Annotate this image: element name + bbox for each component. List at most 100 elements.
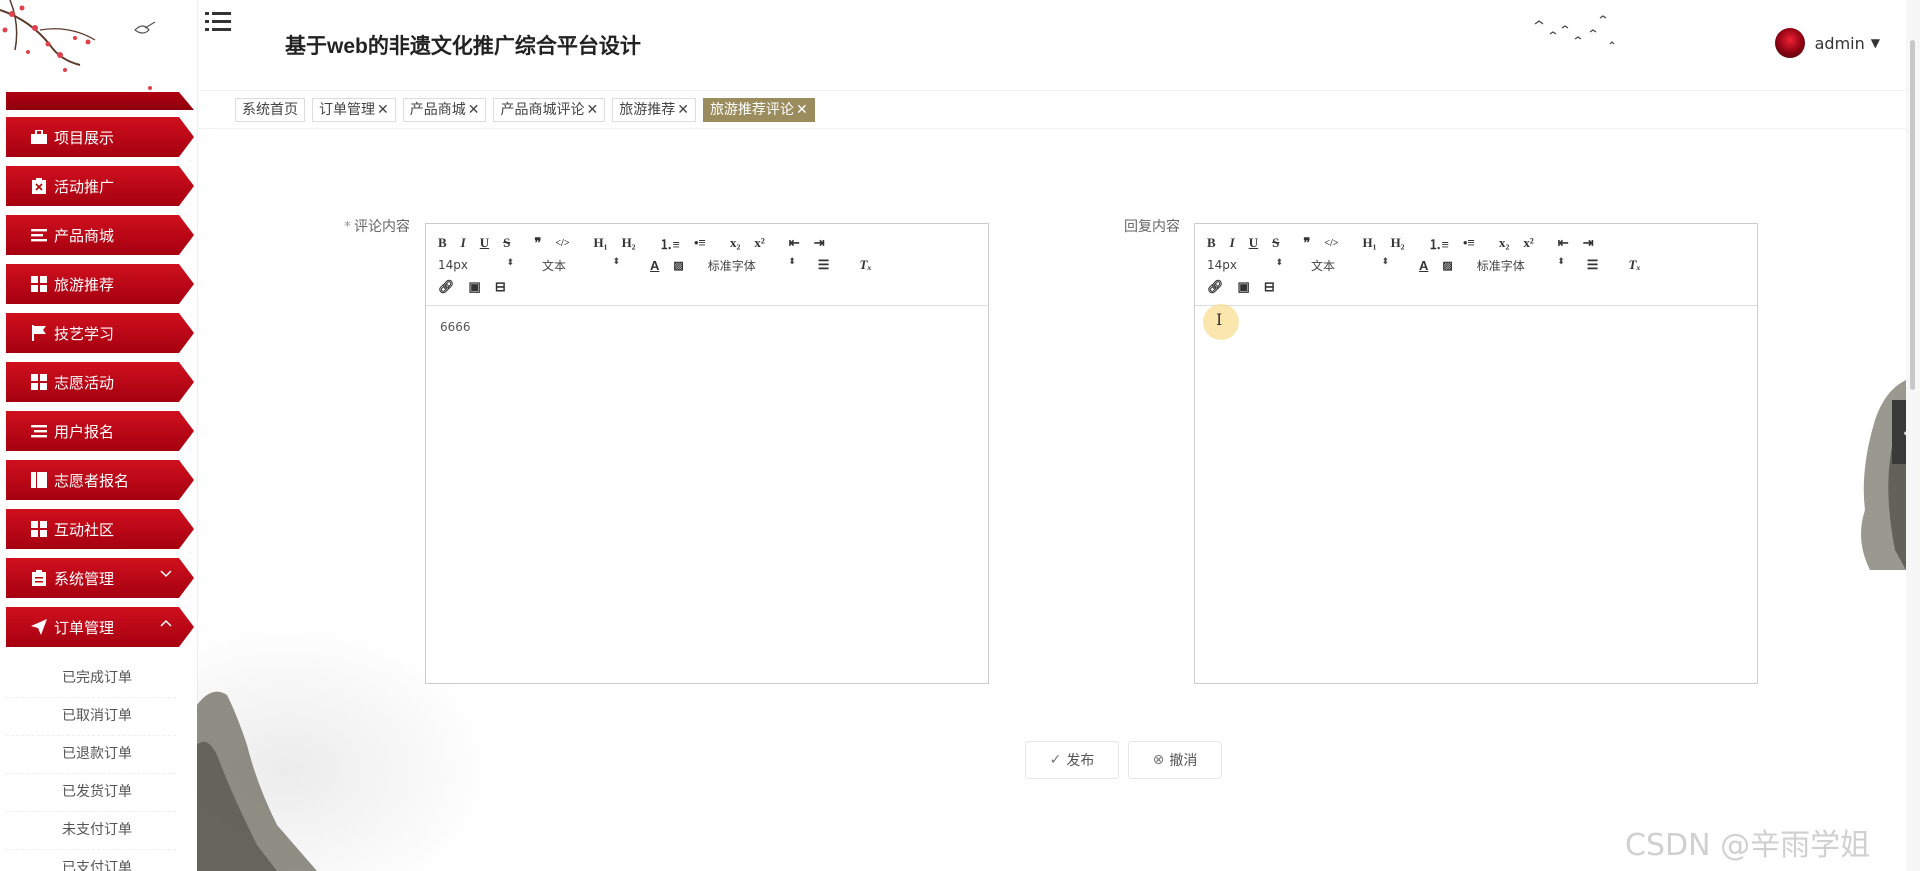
block-type-select[interactable]: 文本 ⬍ [542, 257, 620, 274]
menu-toggle-icon[interactable] [205, 10, 231, 34]
underline-button[interactable]: U [480, 235, 489, 251]
italic-button[interactable]: I [1230, 235, 1235, 251]
sidebar-item-volunteer-signup[interactable]: 志愿者报名 [6, 460, 194, 500]
sidebar-item-project-display[interactable]: 项目展示 [6, 117, 194, 157]
ordered-list-button[interactable]: ⒈≡ [660, 234, 680, 253]
code-button[interactable]: </> [555, 238, 569, 249]
cancel-button[interactable]: ⊗ 撤消 [1128, 741, 1222, 779]
top-header: 基于web的非遗文化推广综合平台设计 admin ▼ [197, 0, 1920, 91]
clear-format-button[interactable]: Tₓ [1628, 257, 1640, 273]
send-icon [28, 616, 50, 638]
image-icon[interactable]: ▣ [1238, 279, 1250, 295]
code-button[interactable]: </> [1324, 238, 1338, 249]
tab-order-management[interactable]: 订单管理 ✕ [312, 98, 396, 122]
bold-button[interactable]: B [1207, 235, 1216, 251]
sidebar-item-system-management[interactable]: 系统管理 [6, 558, 194, 598]
italic-button[interactable]: I [461, 235, 466, 251]
outdent-button[interactable]: ⇤ [1558, 235, 1569, 251]
strike-button[interactable]: S [1272, 235, 1279, 251]
video-icon[interactable]: ⊟ [1264, 279, 1275, 295]
subscript-button[interactable]: x₂ [1499, 235, 1509, 251]
link-icon[interactable]: 🔗︎ [438, 279, 455, 295]
grid-icon [28, 371, 50, 393]
user-menu[interactable]: admin ▼ [1774, 28, 1880, 58]
close-icon[interactable]: ✕ [586, 102, 598, 118]
sidebar-item-volunteer-activity[interactable]: 志愿活动 [6, 362, 194, 402]
comment-editor-content[interactable]: 6666 [440, 320, 471, 334]
block-type-select[interactable]: 文本 ⬍ [1311, 257, 1389, 274]
heading2-button[interactable]: H₂ [1391, 235, 1405, 251]
sidebar-item-community[interactable]: 互动社区 [6, 509, 194, 549]
comment-editor: B I U S ❞ </> H₁ H₂ ⒈≡ •≡ x₂ x² ⇤ ⇥ 14px… [425, 223, 989, 684]
submenu-item-completed-orders[interactable]: 已完成订单 [6, 660, 176, 698]
publish-button[interactable]: ✓ 发布 [1025, 741, 1119, 779]
sidebar-item-label: 活动推广 [54, 177, 115, 196]
tab-home[interactable]: 系统首页 [235, 98, 305, 122]
align-left-button[interactable]: ☰ [1587, 257, 1599, 273]
superscript-button[interactable]: x² [1523, 235, 1533, 251]
submenu-item-refunded-orders[interactable]: 已退款订单 [6, 736, 176, 774]
submenu-item-unpaid-orders[interactable]: 未支付订单 [6, 812, 176, 850]
quote-button[interactable]: ❞ [534, 235, 541, 251]
sidebar-item-activity-promotion[interactable]: 活动推广 [6, 166, 194, 206]
align-left-button[interactable]: ☰ [818, 257, 830, 273]
strike-button[interactable]: S [503, 235, 510, 251]
heading1-button[interactable]: H₁ [594, 235, 608, 251]
sidebar-item-label: 用户报名 [54, 422, 115, 441]
clear-format-button[interactable]: Tₓ [859, 257, 871, 273]
tab-travel-recommend-comments[interactable]: 旅游推荐评论 ✕ [702, 98, 815, 122]
sidebar-item-travel-recommend[interactable]: 旅游推荐 [6, 264, 194, 304]
sidebar-item-product-mall[interactable]: 产品商城 [6, 215, 194, 255]
image-icon[interactable]: ▣ [469, 279, 481, 295]
font-color-button[interactable]: A [1419, 258, 1428, 273]
submenu-item-shipped-orders[interactable]: 已发货订单 [6, 774, 176, 812]
text-cursor-icon: I [1216, 310, 1223, 329]
sidebar-item-label: 技艺学习 [54, 324, 115, 343]
close-circle-icon: ⊗ [1152, 752, 1165, 768]
scrollbar-thumb[interactable] [1910, 40, 1915, 390]
background-color-button[interactable]: ▨ [1442, 259, 1452, 272]
font-family-select[interactable]: 标准字体 ⬍ [1477, 257, 1565, 274]
heading2-button[interactable]: H₂ [622, 235, 636, 251]
font-size-select[interactable]: 14px ⬍ [1207, 258, 1283, 272]
tab-label: 产品商城 [409, 102, 466, 118]
video-icon[interactable]: ⊟ [495, 279, 506, 295]
bullet-list-button[interactable]: •≡ [694, 235, 706, 251]
font-size-value: 14px [438, 258, 468, 272]
block-type-value: 文本 [1311, 258, 1336, 273]
font-color-button[interactable]: A [650, 258, 659, 273]
sidebar-item-label: 系统管理 [54, 569, 115, 588]
heading1-button[interactable]: H₁ [1363, 235, 1377, 251]
close-icon[interactable]: ✕ [468, 102, 480, 118]
sidebar-item-user-signup[interactable]: 用户报名 [6, 411, 194, 451]
superscript-button[interactable]: x² [754, 235, 764, 251]
tab-travel-recommend[interactable]: 旅游推荐 ✕ [612, 98, 696, 122]
font-size-select[interactable]: 14px ⬍ [438, 258, 514, 272]
close-icon[interactable]: ✕ [796, 102, 808, 118]
cancel-label: 撤消 [1169, 753, 1198, 769]
tab-product-mall-comments[interactable]: 产品商城评论 ✕ [493, 98, 606, 122]
briefcase-icon [28, 126, 50, 148]
editor-toolbar: B I U S ❞ </> H₁ H₂ ⒈≡ •≡ x₂ x² ⇤ ⇥ 14px… [1195, 224, 1757, 306]
ordered-list-button[interactable]: ⒈≡ [1429, 234, 1449, 253]
close-icon[interactable]: ✕ [377, 102, 389, 118]
bold-button[interactable]: B [438, 235, 447, 251]
sidebar-item-skill-learning[interactable]: 技艺学习 [6, 313, 194, 353]
tab-label: 订单管理 [319, 102, 375, 118]
close-icon[interactable]: ✕ [677, 102, 689, 118]
clipboard-icon [28, 567, 50, 589]
font-family-select[interactable]: 标准字体 ⬍ [708, 257, 796, 274]
background-color-button[interactable]: ▨ [673, 259, 683, 272]
underline-button[interactable]: U [1249, 235, 1258, 251]
indent-button[interactable]: ⇥ [1583, 235, 1594, 251]
indent-button[interactable]: ⇥ [814, 235, 825, 251]
link-icon[interactable]: 🔗︎ [1207, 279, 1224, 295]
submenu-item-cancelled-orders[interactable]: 已取消订单 [6, 698, 176, 736]
sidebar-item-order-management[interactable]: 订单管理 [6, 607, 194, 647]
subscript-button[interactable]: x₂ [730, 235, 740, 251]
quote-button[interactable]: ❞ [1303, 235, 1310, 251]
bullet-list-button[interactable]: •≡ [1463, 235, 1475, 251]
submenu-item-paid-orders[interactable]: 已支付订单 [6, 850, 176, 871]
tab-product-mall[interactable]: 产品商城 ✕ [402, 98, 487, 122]
outdent-button[interactable]: ⇤ [789, 235, 800, 251]
